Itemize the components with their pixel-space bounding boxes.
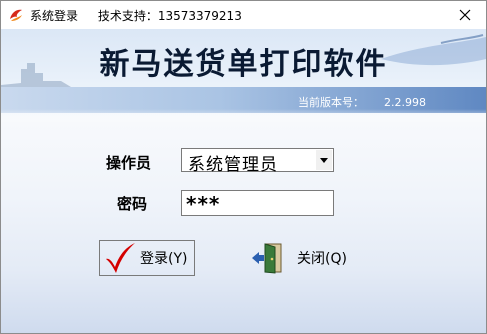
exit-button[interactable]: 关闭(Q)	[251, 240, 361, 276]
operator-label: 操作员	[106, 154, 152, 172]
title-bar: 系统登录 技术支持：13573379213	[1, 1, 486, 29]
exit-door-icon	[252, 243, 282, 274]
window-close-button[interactable]	[450, 3, 480, 27]
password-label: 密码	[117, 195, 148, 213]
version-info: 当前版本号： 2.2.998	[298, 94, 426, 110]
app-title: 新马送货单打印软件	[99, 47, 388, 82]
password-field[interactable]: ***	[181, 190, 334, 216]
close-icon	[459, 9, 471, 21]
version-label: 当前版本号：	[298, 96, 364, 109]
operator-select[interactable]: 系统管理员	[181, 148, 334, 175]
window-title: 系统登录 技术支持：13573379213	[30, 7, 242, 24]
login-label: 登录(Y)	[140, 251, 188, 267]
support-contact: 技术支持：13573379213	[97, 9, 242, 23]
banner: 新马送货单打印软件 当前版本号： 2.2.998	[1, 29, 486, 123]
exit-label: 关闭(Q)	[297, 251, 347, 267]
checkmark-icon	[106, 243, 135, 273]
window-title-label: 系统登录	[30, 9, 79, 23]
login-window: 系统登录 技术支持：13573379213 新马送货单打印软件 当前版本号： 2…	[0, 0, 487, 334]
version-number: 2.2.998	[384, 96, 426, 109]
operator-value: 系统管理员	[188, 155, 278, 175]
login-button[interactable]: 登录(Y)	[99, 240, 195, 276]
dropdown-arrow-icon[interactable]	[316, 150, 332, 170]
app-logo-icon	[10, 9, 22, 21]
